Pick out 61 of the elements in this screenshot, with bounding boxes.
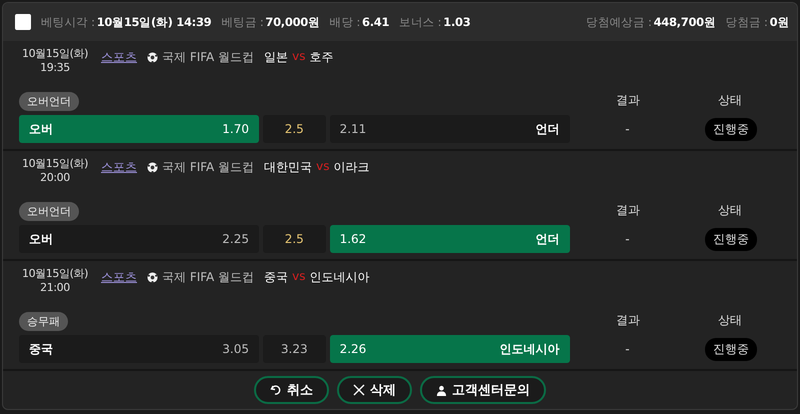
vs-label: vs — [316, 159, 330, 173]
team-name: 대한민국 — [264, 159, 312, 176]
summary-field: 베팅금 : 70,000원 — [221, 14, 320, 30]
summary-field: 당첨예상금 : 448,700원 — [586, 14, 716, 30]
select-checkbox[interactable] — [15, 14, 31, 30]
close-icon — [353, 384, 365, 396]
odds-option[interactable]: 1.62 언더 — [330, 225, 570, 253]
soccer-ball-icon — [147, 272, 158, 283]
delete-button[interactable]: 삭제 — [337, 376, 412, 404]
market-tag: 오버언더 — [19, 202, 79, 221]
category-link[interactable]: 스포츠 — [101, 49, 137, 66]
result-value: - — [625, 122, 630, 136]
summary-field: 베팅시각 : 10월15일(화) 14:39 — [41, 14, 212, 30]
odds-option[interactable]: 오버 2.25 — [19, 225, 259, 253]
soccer-ball-icon — [147, 162, 158, 173]
league-name: 국제 FIFA 월드컵 — [162, 49, 254, 66]
odds-option[interactable]: 2.26 인도네시아 — [330, 335, 570, 363]
cancel-button[interactable]: 취소 — [254, 376, 329, 404]
odds-option[interactable]: 중국 3.05 — [19, 335, 259, 363]
odds-option[interactable]: 2.11 언더 — [330, 115, 570, 143]
summary-field: 당첨금 : 0원 — [726, 14, 789, 30]
status-badge: 진행중 — [705, 228, 758, 250]
line-value: 2.5 — [262, 115, 326, 143]
market-tag: 승무패 — [19, 312, 68, 331]
soccer-ball-icon — [147, 52, 158, 63]
team-name: 일본 — [264, 49, 288, 66]
league-name: 국제 FIFA 월드컵 — [162, 159, 254, 176]
match-date: 10월15일(화) — [22, 157, 88, 171]
line-value: 2.5 — [262, 225, 326, 253]
team-name: 중국 — [264, 269, 288, 286]
line-value: 3.23 — [262, 335, 326, 363]
result-value: - — [625, 232, 630, 246]
team-name: 호주 — [309, 49, 334, 66]
vs-label: vs — [292, 269, 306, 283]
category-link[interactable]: 스포츠 — [101, 159, 137, 176]
match-time: 19:35 — [40, 61, 70, 75]
status-badge: 진행중 — [705, 118, 758, 140]
undo-icon — [270, 384, 282, 396]
support-button[interactable]: 고객센터문의 — [420, 376, 546, 404]
match-time: 20:00 — [40, 171, 70, 185]
column-header: 결과 — [615, 312, 641, 329]
result-value: - — [625, 342, 630, 356]
column-header: 결과 — [615, 202, 641, 219]
column-header: 상태 — [717, 202, 743, 219]
summary-field: 배당 : 6.41 — [330, 14, 390, 30]
match-date: 10월15일(화) — [22, 267, 88, 281]
vs-label: vs — [292, 49, 306, 63]
column-header: 상태 — [717, 312, 743, 329]
odds-option[interactable]: 오버 1.70 — [19, 115, 259, 143]
league-name: 국제 FIFA 월드컵 — [162, 269, 254, 286]
person-icon — [436, 384, 447, 396]
summary-field: 보너스 : 1.03 — [399, 14, 470, 30]
team-name: 이라크 — [333, 159, 370, 176]
column-header: 상태 — [717, 92, 743, 109]
market-tag: 오버언더 — [19, 92, 79, 111]
status-badge: 진행중 — [705, 338, 758, 360]
category-link[interactable]: 스포츠 — [101, 269, 137, 286]
team-name: 인도네시아 — [309, 269, 370, 286]
column-header: 결과 — [615, 92, 641, 109]
match-date: 10월15일(화) — [22, 47, 88, 61]
match-time: 21:00 — [40, 281, 70, 295]
